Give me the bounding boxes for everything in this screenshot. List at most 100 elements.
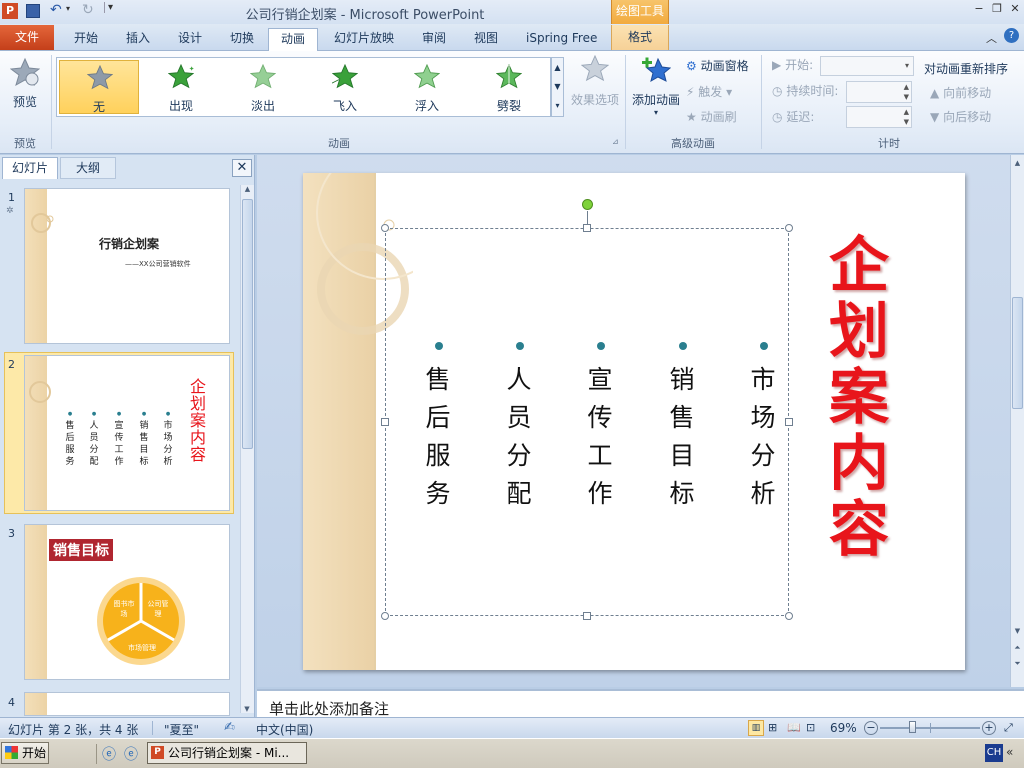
fit-to-window-icon[interactable]: ⤢ — [1004, 721, 1013, 735]
quicklaunch-browser-icon[interactable]: ⓔ — [102, 744, 116, 764]
language-indicator[interactable]: CH — [985, 744, 1003, 762]
next-slide-icon: ⏷ — [1014, 659, 1021, 668]
resize-handle[interactable] — [785, 612, 793, 620]
rotation-handle[interactable] — [582, 199, 593, 210]
start-button[interactable]: 开始 — [1, 742, 49, 764]
preview-button[interactable]: 预览 — [2, 55, 48, 119]
animation-float-in[interactable]: 浮入 — [387, 60, 467, 114]
vertical-text-column[interactable]: 人员分配 — [504, 361, 534, 513]
animation-label: 出现 — [168, 99, 193, 113]
slide-sorter-icon[interactable]: ⊞ — [768, 721, 777, 734]
animation-label: 淡出 — [250, 99, 275, 113]
start-select[interactable]: ▾ — [820, 56, 914, 76]
slide-thumbnail-3[interactable]: 销售目标 图书市场 公司管理 市场管理 — [24, 524, 230, 680]
gallery-scroll[interactable]: ▲ ▼ ▾ — [551, 57, 564, 117]
zoom-out-icon[interactable]: − — [864, 721, 878, 735]
tab-slides[interactable]: 幻灯片 — [2, 157, 58, 179]
add-animation-button[interactable]: 添加动画 ▾ — [628, 55, 684, 117]
tab-transitions[interactable]: 切换 — [228, 28, 256, 50]
start-text: 开始: — [785, 58, 814, 72]
slides-panel: 幻灯片 大纲 ✕ 1 ✲ 行销企划案 ——XX公司营销软件 2 ● 售后服务 ● 人… — [0, 155, 255, 717]
tab-insert[interactable]: 插入 — [124, 28, 152, 50]
animation-painter-button[interactable]: ★ 动画刷 — [686, 108, 737, 126]
resize-handle[interactable] — [381, 612, 389, 620]
slide-scrollbar[interactable]: ▲ ▼ ⏶ ⏷ — [1010, 155, 1024, 687]
animation-none[interactable]: 无 — [59, 60, 139, 114]
taskbar-powerpoint-window[interactable]: P 公司行销企划案 - Mi... — [147, 742, 307, 764]
theme-status[interactable]: "夏至" — [164, 721, 199, 738]
add-animation-label: 添加动画 — [631, 93, 680, 107]
tab-animations[interactable]: 动画 — [268, 28, 318, 52]
slide-canvas[interactable]: 售后服务 人员分配 宣传工作 销售目标 市场分析 企划案内容 — [303, 173, 965, 670]
move-later-button[interactable]: ▼ 向后移动 — [930, 108, 991, 126]
resize-handle[interactable] — [381, 418, 389, 426]
dialog-launcher-icon[interactable]: ⊿ — [612, 137, 619, 146]
reading-view-icon[interactable]: 📖 — [787, 721, 801, 734]
delay-input[interactable]: ▲ ▼ — [846, 106, 912, 128]
animation-appear[interactable]: ✦ 出现 — [141, 60, 221, 114]
tab-outline[interactable]: 大纲 — [60, 157, 116, 179]
resize-handle[interactable] — [381, 224, 389, 232]
reorder-label: 对动画重新排序 — [924, 62, 1009, 76]
vertical-text-column[interactable]: 销售目标 — [667, 361, 697, 513]
tray-expand-icon[interactable]: « — [1006, 745, 1013, 759]
tab-format[interactable]: 格式 — [611, 25, 669, 50]
close-button[interactable]: ✕ — [1008, 3, 1022, 15]
trigger-button[interactable]: ⚡ 触发 ▾ — [686, 83, 732, 101]
tab-home[interactable]: 开始 — [72, 28, 100, 50]
start-icon: ▶ — [772, 58, 782, 72]
normal-view-icon[interactable]: ▥ — [748, 720, 764, 736]
effect-options-button[interactable]: 效果选项 — [568, 55, 622, 108]
notes-pane[interactable]: 单击此处添加备注 — [257, 689, 1024, 718]
tab-design[interactable]: 设计 — [176, 28, 204, 50]
zoom-in-icon[interactable]: + — [982, 721, 996, 735]
preview-group-label: 预览 — [14, 137, 36, 150]
scroll-thumb — [1012, 297, 1023, 409]
vertical-text-column[interactable]: 售后服务 — [423, 361, 453, 513]
help-icon[interactable]: ? — [1004, 28, 1019, 43]
thumb-circle-decoration — [29, 381, 51, 403]
vertical-text-column[interactable]: 宣传工作 — [585, 361, 615, 513]
thumb-column: ● 宣传工作 — [114, 411, 124, 467]
tab-review[interactable]: 审阅 — [420, 28, 448, 50]
vertical-text-column[interactable]: 市场分析 — [748, 361, 778, 513]
powerpoint-task-icon: P — [151, 746, 164, 759]
preview-star-icon — [10, 57, 40, 87]
thumb-sidebar-decoration — [25, 525, 47, 679]
tab-ispring[interactable]: iSpring Free — [524, 28, 599, 50]
resize-handle[interactable] — [583, 224, 591, 232]
duration-input[interactable]: ▲ ▼ — [846, 81, 912, 103]
move-earlier-button[interactable]: ▲ 向前移动 — [930, 84, 991, 102]
tab-slideshow[interactable]: 幻灯片放映 — [332, 28, 396, 50]
resize-handle[interactable] — [583, 612, 591, 620]
slideshow-view-icon[interactable]: ⊡ — [806, 721, 815, 734]
resize-handle[interactable] — [785, 418, 793, 426]
slide-title-vertical[interactable]: 企划案内容 — [823, 233, 895, 563]
thumb-column: ●销售目标市场分析 — [163, 411, 173, 467]
ribbon-collapse-icon[interactable]: ︿ — [986, 30, 997, 46]
tab-view[interactable]: 视图 — [472, 28, 500, 50]
restore-button[interactable]: ❐ — [990, 3, 1004, 15]
quicklaunch-ie-icon[interactable]: ⓔ — [124, 744, 138, 764]
animation-split[interactable]: 劈裂 — [469, 60, 549, 114]
slides-panel-scrollbar[interactable]: ▲ ▼ — [240, 185, 254, 713]
zoom-slider-thumb[interactable] — [908, 721, 916, 733]
move-later-label: 向后移动 — [943, 110, 992, 124]
language-status[interactable]: 中文(中国) — [256, 721, 313, 738]
slide-thumbnail-2[interactable]: ●售后服务 ●人员分配 ●宣传工作 ●销售目标 ●销售目标市场分析 企划案内容 — [24, 355, 230, 511]
animation-fade[interactable]: 淡出 — [223, 60, 303, 114]
close-panel-button[interactable]: ✕ — [232, 159, 252, 177]
spell-check-icon[interactable]: ✍ — [224, 720, 235, 735]
resize-handle[interactable] — [785, 224, 793, 232]
animation-pane-button[interactable]: ⚙ 动画窗格 — [686, 57, 749, 75]
scroll-down-icon: ▼ — [244, 705, 250, 713]
tab-file[interactable]: 文件 — [0, 25, 54, 50]
slide-thumbnail-4[interactable] — [24, 692, 230, 716]
scroll-up-icon: ▲ — [244, 185, 251, 193]
animation-fly-in[interactable]: 飞入 — [305, 60, 385, 114]
zoom-percent[interactable]: 69% — [830, 721, 857, 735]
slide-thumbnail-1[interactable]: 行销企划案 ——XX公司营销软件 — [24, 188, 230, 344]
preview-label: 预览 — [12, 95, 37, 109]
status-divider — [152, 721, 153, 735]
minimize-button[interactable]: − — [972, 3, 986, 15]
